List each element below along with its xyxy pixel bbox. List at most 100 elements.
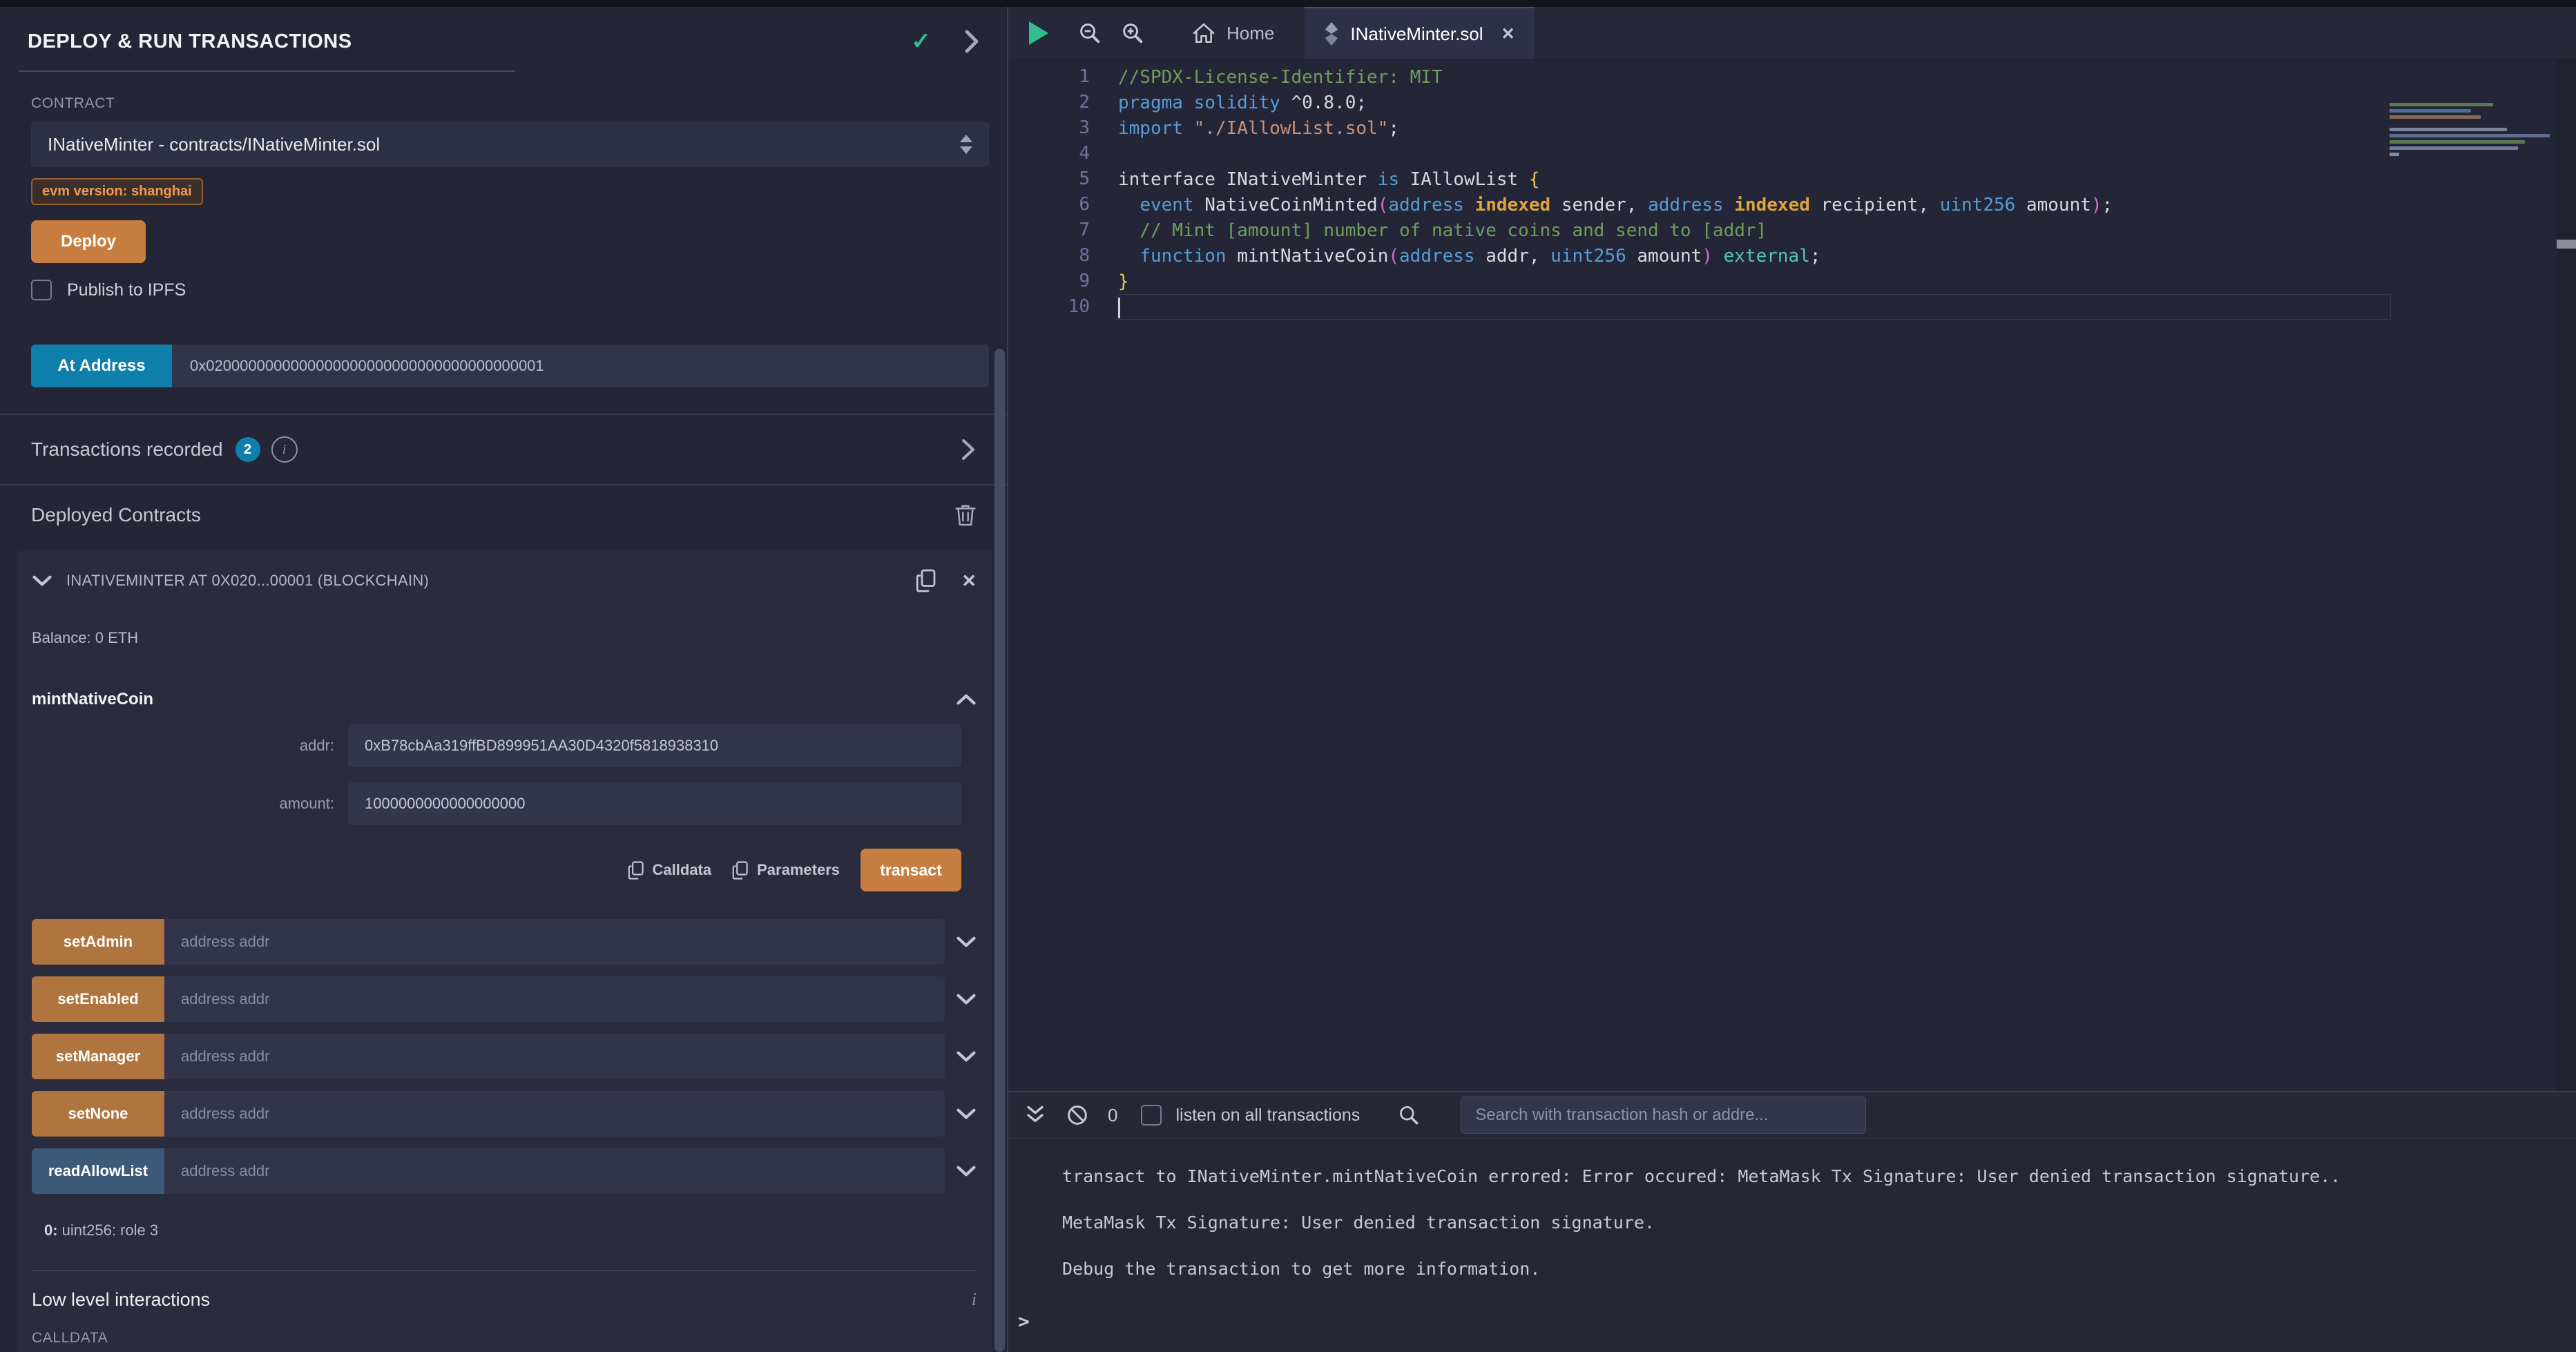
run-script-play-icon[interactable] bbox=[1029, 21, 1048, 45]
function-row: setManager bbox=[32, 1034, 977, 1079]
deployed-instance-card: INATIVEMINTER AT 0X020...00001 (BLOCKCHA… bbox=[17, 550, 992, 1352]
function-button-setEnabled[interactable]: setEnabled bbox=[32, 976, 164, 1022]
terminal-log-line: Debug the transaction to get more inform… bbox=[1062, 1256, 2576, 1282]
expand-function-chevron-icon[interactable] bbox=[956, 1164, 977, 1178]
contract-select[interactable]: INativeMinter - contracts/INativeMinter.… bbox=[31, 122, 989, 167]
remove-instance-icon[interactable]: ✕ bbox=[961, 570, 977, 592]
function-output: 0: uint256: role 3 bbox=[44, 1221, 992, 1239]
clear-instances-trash-icon[interactable] bbox=[955, 503, 976, 527]
panel-scrollbar[interactable] bbox=[994, 349, 1005, 1352]
scroll-position-marker bbox=[2557, 240, 2576, 249]
function-row: readAllowList bbox=[32, 1148, 977, 1194]
function-input-readAllowList[interactable] bbox=[164, 1148, 945, 1194]
publish-ipfs-label: Publish to IPFS bbox=[67, 280, 186, 300]
close-tab-icon[interactable]: ✕ bbox=[1501, 24, 1515, 44]
expand-function-chevron-icon[interactable] bbox=[956, 992, 977, 1006]
low-level-info-icon[interactable]: i bbox=[972, 1289, 977, 1310]
search-icon bbox=[1398, 1105, 1419, 1126]
transactions-recorded-row[interactable]: Transactions recorded 2 i bbox=[0, 415, 1007, 484]
editor-scroll-rail[interactable] bbox=[2557, 60, 2576, 1091]
deploy-run-panel: DEPLOY & RUN TRANSACTIONS ✓ CONTRACT INa… bbox=[0, 7, 1008, 1352]
code-line: 4 bbox=[1008, 141, 2576, 166]
function-input-setEnabled[interactable] bbox=[164, 976, 945, 1022]
expand-function-chevron-icon[interactable] bbox=[956, 935, 977, 949]
home-icon bbox=[1192, 22, 1215, 44]
function-row: setAdmin bbox=[32, 919, 977, 965]
evm-version-badge: evm version: shanghai bbox=[31, 178, 203, 205]
code-editor: Home INativeMinter.sol ✕ 1//SPDX-License… bbox=[1008, 7, 2576, 1091]
collapse-terminal-icon[interactable] bbox=[1025, 1103, 1046, 1127]
param-addr-label: addr: bbox=[17, 737, 348, 755]
tab-inativeminter-sol[interactable]: INativeMinter.sol ✕ bbox=[1305, 7, 1534, 59]
title-underline bbox=[19, 70, 515, 72]
expand-transactions-chevron-icon[interactable] bbox=[961, 438, 976, 461]
copy-icon bbox=[732, 860, 749, 880]
zoom-out-icon[interactable] bbox=[1079, 22, 1101, 44]
terminal-prompt[interactable]: > bbox=[1018, 1310, 1030, 1333]
contract-select-value: INativeMinter - contracts/INativeMinter.… bbox=[48, 134, 380, 155]
code-line: 10 bbox=[1008, 294, 2576, 320]
at-address-input[interactable] bbox=[172, 345, 989, 387]
function-input-setNone[interactable] bbox=[164, 1091, 945, 1137]
code-line: 7 // Mint [amount] number of native coin… bbox=[1008, 218, 2576, 243]
listen-all-checkbox[interactable] bbox=[1141, 1105, 1162, 1126]
editor-tabbar: Home INativeMinter.sol ✕ bbox=[1008, 7, 2576, 60]
publish-ipfs-checkbox[interactable] bbox=[31, 280, 52, 300]
transact-button[interactable]: transact bbox=[861, 849, 961, 891]
at-address-button[interactable]: At Address bbox=[31, 345, 172, 387]
expand-function-chevron-icon[interactable] bbox=[956, 1050, 977, 1063]
code-line: 1//SPDX-License-Identifier: MIT bbox=[1008, 64, 2576, 90]
copy-calldata-button[interactable]: Calldata bbox=[628, 860, 712, 880]
function-button-setAdmin[interactable]: setAdmin bbox=[32, 919, 164, 965]
low-level-title: Low level interactions bbox=[32, 1289, 210, 1311]
function-input-setAdmin[interactable] bbox=[164, 919, 945, 965]
terminal-log: transact to INativeMinter.mintNativeCoin… bbox=[1008, 1139, 2576, 1282]
calldata-label: CALLDATA bbox=[32, 1330, 992, 1346]
instance-balance: Balance: 0 ETH bbox=[32, 629, 992, 647]
transactions-count-badge: 2 bbox=[236, 437, 260, 462]
code-line: 5interface INativeMinter is IAllowList { bbox=[1008, 166, 2576, 192]
function-button-setNone[interactable]: setNone bbox=[32, 1091, 164, 1137]
code-line: 3import "./IAllowList.sol"; bbox=[1008, 115, 2576, 141]
function-button-setManager[interactable]: setManager bbox=[32, 1034, 164, 1079]
terminal-search-input[interactable] bbox=[1461, 1097, 1866, 1134]
code-line: 9} bbox=[1008, 269, 2576, 294]
minimap[interactable] bbox=[2390, 103, 2554, 156]
solidity-file-icon bbox=[1324, 22, 1339, 46]
window-top-edge bbox=[0, 0, 2576, 7]
copy-parameters-button[interactable]: Parameters bbox=[732, 860, 840, 880]
param-amount-input[interactable] bbox=[348, 782, 961, 825]
code-area[interactable]: 1//SPDX-License-Identifier: MIT2pragma s… bbox=[1008, 60, 2576, 1091]
deployed-contracts-row: Deployed Contracts bbox=[0, 485, 1007, 545]
collapse-panel-chevron-icon[interactable] bbox=[963, 28, 981, 55]
clear-terminal-ban-icon[interactable] bbox=[1066, 1104, 1088, 1126]
collapse-instance-chevron-icon[interactable] bbox=[32, 574, 52, 588]
transactions-info-icon[interactable]: i bbox=[271, 436, 298, 463]
function-input-setManager[interactable] bbox=[164, 1034, 945, 1079]
listen-all-label: listen on all transactions bbox=[1175, 1105, 1360, 1126]
code-line: 2pragma solidity ^0.8.0; bbox=[1008, 90, 2576, 115]
copy-icon bbox=[628, 860, 644, 880]
function-button-readAllowList[interactable]: readAllowList bbox=[32, 1148, 164, 1194]
collapse-function-chevron-icon[interactable] bbox=[956, 693, 977, 706]
code-line: 6 event NativeCoinMinted(address indexed… bbox=[1008, 192, 2576, 218]
deployed-contracts-label: Deployed Contracts bbox=[31, 504, 201, 526]
pending-tx-count: 0 bbox=[1108, 1105, 1117, 1126]
code-line: 8 function mintNativeCoin(address addr, … bbox=[1008, 243, 2576, 269]
copy-address-icon[interactable] bbox=[916, 568, 936, 593]
panel-title: DEPLOY & RUN TRANSACTIONS bbox=[28, 30, 352, 53]
card-divider bbox=[32, 1270, 977, 1271]
expand-function-chevron-icon[interactable] bbox=[956, 1107, 977, 1121]
terminal: 0 listen on all transactions transact to… bbox=[1008, 1091, 2576, 1352]
tab-home[interactable]: Home bbox=[1174, 7, 1292, 59]
open-function-name: mintNativeCoin bbox=[32, 690, 153, 709]
environment-ok-check-icon: ✓ bbox=[912, 28, 932, 55]
transactions-recorded-label: Transactions recorded bbox=[31, 438, 223, 461]
function-list: setAdmin setEnabled setManager setNone readA… bbox=[32, 919, 977, 1194]
param-addr-input[interactable] bbox=[348, 724, 961, 767]
terminal-toolbar: 0 listen on all transactions bbox=[1008, 1092, 2576, 1139]
zoom-in-icon[interactable] bbox=[1122, 22, 1144, 44]
terminal-log-line: MetaMask Tx Signature: User denied trans… bbox=[1062, 1210, 2576, 1236]
function-row: setEnabled bbox=[32, 976, 977, 1022]
deploy-button[interactable]: Deploy bbox=[31, 220, 146, 263]
